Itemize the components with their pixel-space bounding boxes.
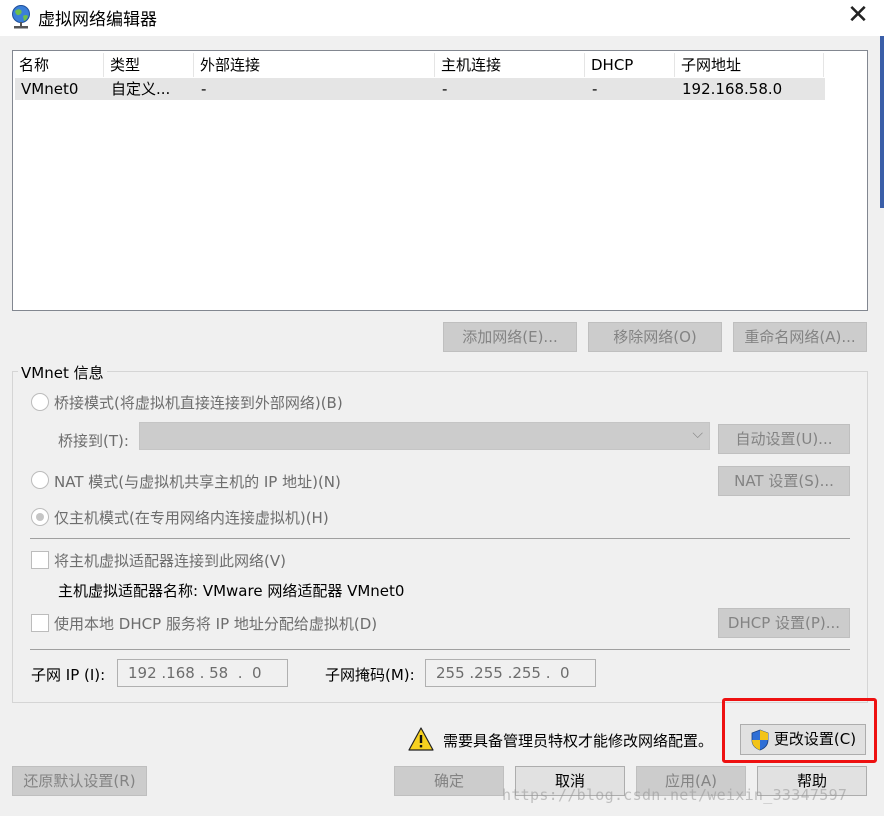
divider <box>30 538 850 539</box>
auto-settings-button[interactable]: 自动设置(U)... <box>718 424 850 454</box>
uac-shield-icon <box>751 729 769 751</box>
window-title: 虚拟网络编辑器 <box>38 10 157 30</box>
add-network-button[interactable]: 添加网络(E)... <box>443 322 577 352</box>
nat-settings-button[interactable]: NAT 设置(S)... <box>718 466 850 496</box>
change-settings-label: 更改设置(C) <box>773 730 857 748</box>
vmnet-info-legend: VMnet 信息 <box>18 362 107 383</box>
change-settings-button[interactable]: 更改设置(C) <box>740 724 866 755</box>
dhcp-label: 使用本地 DHCP 服务将 IP 地址分配给虚拟机(D) <box>54 615 378 633</box>
host-only-mode-radio[interactable] <box>31 508 49 526</box>
subnet-ip-label: 子网 IP (I): <box>31 666 106 684</box>
column-header-host[interactable]: 主机连接 <box>434 53 584 77</box>
divider <box>30 649 850 650</box>
rename-network-button[interactable]: 重命名网络(A)... <box>733 322 867 352</box>
column-header-external[interactable]: 外部连接 <box>193 53 434 77</box>
vmnet-info-group <box>12 371 868 703</box>
close-icon[interactable]: ✕ <box>844 2 872 30</box>
remove-network-button[interactable]: 移除网络(O) <box>588 322 722 352</box>
cell-external: - <box>201 80 207 98</box>
nat-mode-label: NAT 模式(与虚拟机共享主机的 IP 地址)(N) <box>54 473 341 491</box>
cell-dhcp: - <box>592 80 598 98</box>
subnet-mask-label: 子网掩码(M): <box>325 666 415 684</box>
nat-mode-radio[interactable] <box>31 471 49 489</box>
column-header-dhcp[interactable]: DHCP <box>584 53 674 77</box>
bridged-mode-label: 桥接模式(将虚拟机直接连接到外部网络)(B) <box>54 394 343 412</box>
chevron-down-icon: ⌵ <box>692 426 703 442</box>
bridge-to-label: 桥接到(T): <box>58 432 129 450</box>
cell-type: 自定义... <box>111 80 171 98</box>
column-header-name[interactable]: 名称 <box>13 53 103 77</box>
column-header-subnet[interactable]: 子网地址 <box>674 53 824 77</box>
bridged-mode-radio[interactable] <box>31 393 49 411</box>
adapter-name-text: 主机虚拟适配器名称: VMware 网络适配器 VMnet0 <box>58 582 405 600</box>
host-only-mode-label: 仅主机模式(在专用网络内连接虚拟机)(H) <box>54 509 329 527</box>
connect-adapter-checkbox[interactable] <box>31 551 49 569</box>
cell-subnet: 192.168.58.0 <box>682 80 783 98</box>
network-list[interactable]: 名称 类型 外部连接 主机连接 DHCP 子网地址 VMnet0 自定义... … <box>12 50 868 311</box>
bridge-to-select[interactable]: ⌵ <box>139 422 710 450</box>
watermark: https://blog.csdn.net/weixin_33347597 <box>502 786 848 804</box>
background-window-edge <box>880 36 884 208</box>
dhcp-checkbox[interactable] <box>31 614 49 632</box>
subnet-ip-field[interactable]: 192 .168 . 58 . 0 <box>117 659 288 687</box>
network-globe-icon <box>12 5 30 29</box>
column-header-type[interactable]: 类型 <box>103 53 193 77</box>
table-row[interactable]: VMnet0 自定义... - - - 192.168.58.0 <box>15 78 825 100</box>
cell-host: - <box>442 80 448 98</box>
connect-adapter-label: 将主机虚拟适配器连接到此网络(V) <box>54 552 286 570</box>
cell-name: VMnet0 <box>21 80 79 98</box>
dhcp-settings-button[interactable]: DHCP 设置(P)... <box>718 608 850 638</box>
restore-defaults-button[interactable]: 还原默认设置(R) <box>12 766 147 796</box>
warning-icon <box>408 727 434 751</box>
subnet-mask-field[interactable]: 255 .255 .255 . 0 <box>425 659 596 687</box>
admin-warning-text: 需要具备管理员特权才能修改网络配置。 <box>443 732 714 750</box>
ok-button[interactable]: 确定 <box>394 766 504 796</box>
